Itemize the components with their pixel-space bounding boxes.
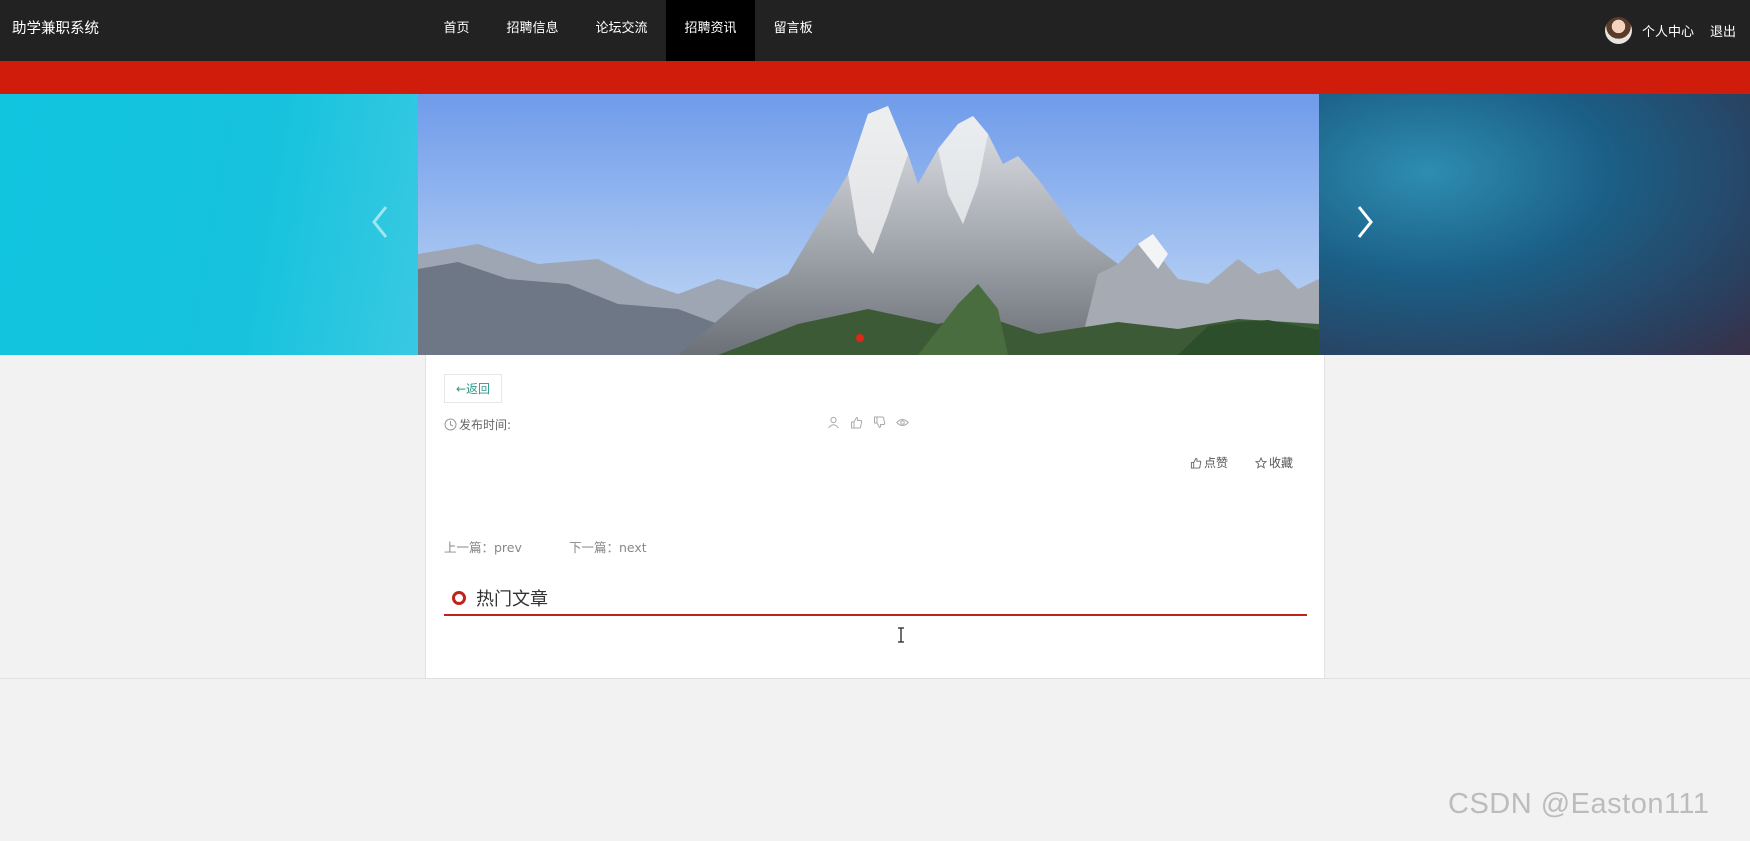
favorite-button[interactable]: 收藏 [1255, 454, 1293, 471]
eye-icon [896, 419, 909, 426]
logout-link[interactable]: 退出 [1710, 21, 1736, 40]
thumbs-up-icon [851, 416, 863, 429]
avatar[interactable] [1604, 17, 1632, 44]
site-brand[interactable]: 助学兼职系统 [12, 0, 99, 59]
next-article-link[interactable]: 下一篇：next [569, 537, 647, 556]
carousel-next-button[interactable] [1355, 204, 1375, 240]
hot-articles-title: 热门文章 [476, 589, 548, 610]
favorite-label: 收藏 [1269, 456, 1294, 470]
article-stats [827, 416, 909, 429]
nav-item-home[interactable]: 首页 [425, 0, 488, 61]
star-icon [1255, 456, 1267, 469]
back-button[interactable]: ←返回 [444, 374, 502, 403]
hot-articles-header: 热门文章 [444, 584, 1307, 616]
like-button[interactable]: 点赞 [1190, 454, 1228, 471]
carousel-indicator-dot[interactable] [856, 334, 864, 342]
top-navbar: 助学兼职系统 首页 招聘信息 论坛交流 招聘资讯 留言板 个人中心 退出 [0, 0, 1750, 61]
watermark-text: CSDN @Easton111 [1448, 788, 1710, 820]
bullet-circle-icon [452, 591, 466, 605]
main-nav: 首页 招聘信息 论坛交流 招聘资讯 留言板 [425, 0, 831, 61]
thumbs-down-icon [874, 416, 886, 429]
nav-item-jobs[interactable]: 招聘信息 [488, 0, 577, 61]
nav-item-job-news[interactable]: 招聘资讯 [666, 0, 756, 61]
carousel-prev-button[interactable] [370, 204, 390, 240]
nav-item-message-board[interactable]: 留言板 [755, 0, 831, 61]
thumbs-up-icon [1190, 457, 1202, 469]
carousel-slide-image [418, 94, 1319, 355]
article-panel [425, 355, 1325, 679]
nav-item-forum[interactable]: 论坛交流 [577, 0, 666, 61]
user-area: 个人中心 退出 [1604, 0, 1736, 61]
carousel-next-slide-preview [1319, 94, 1750, 355]
prev-article-link[interactable]: 上一篇：prev [444, 537, 522, 556]
author-icon [828, 416, 839, 429]
clock-icon [444, 418, 457, 431]
red-banner-strip [0, 61, 1750, 94]
text-cursor-icon [898, 627, 904, 643]
publish-time: 发布时间: [444, 416, 511, 433]
carousel-prev-slide-preview [0, 94, 418, 355]
user-center-link[interactable]: 个人中心 [1642, 21, 1694, 40]
like-label: 点赞 [1204, 456, 1229, 470]
publish-time-label: 发布时间: [459, 418, 512, 432]
carousel [0, 94, 1750, 355]
content-bottom-divider [0, 678, 1750, 679]
